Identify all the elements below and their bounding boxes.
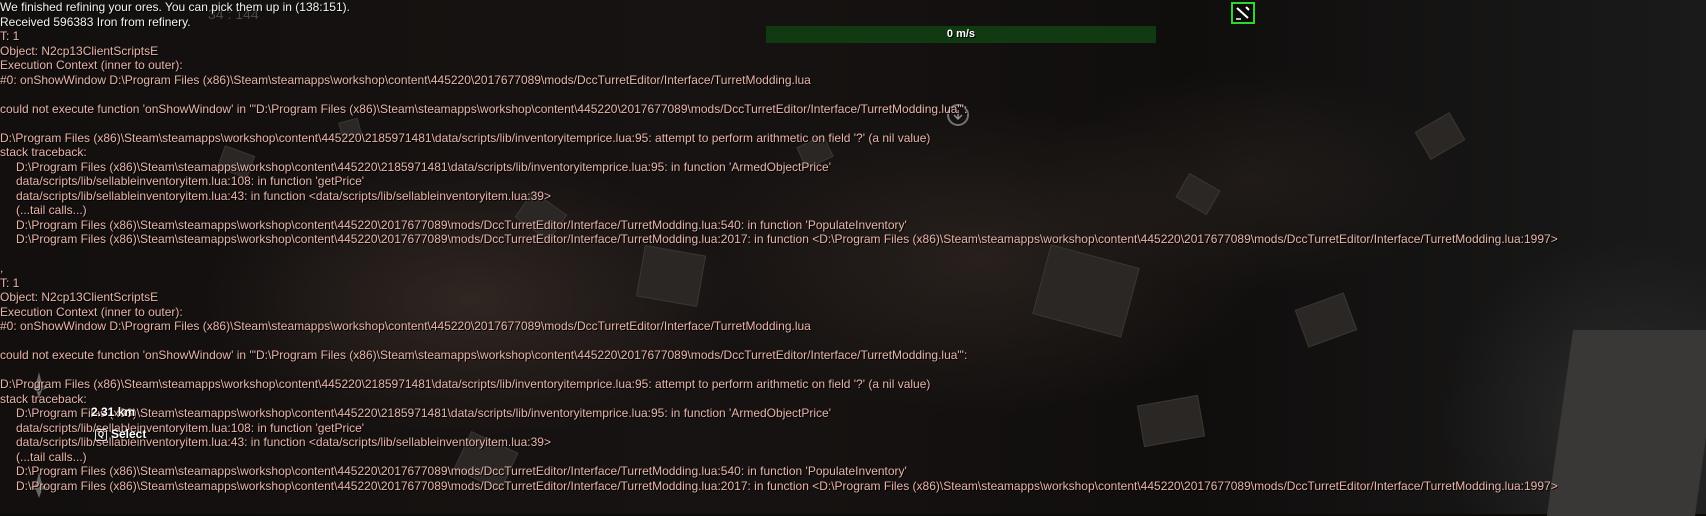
console-line: could not execute function 'onShowWindow… [0,348,968,362]
console-line: data/scripts/lib/sellableinventoryitem.l… [16,435,551,449]
console-line: could not execute function 'onShowWindow… [0,101,968,116]
select-key-icon: Q [95,429,107,441]
console-line: T: 1 [0,29,20,43]
console-line: Object: N2cp13ClientScriptsE [0,43,159,58]
console-log: We finished refining your ores. You can … [0,0,1706,493]
console-line: stack traceback: [0,145,87,159]
console-line: D:\Program Files (x86)\Steam\steamapps\w… [16,232,1558,246]
console-line: Received 596383 Iron from refinery. [0,14,191,29]
console-line: D:\Program Files (x86)\Steam\steamapps\w… [16,464,907,478]
console-line: D:\Program Files (x86)\Steam\steamapps\w… [16,159,831,174]
console-line: Execution Context (inner to outer): [0,58,183,72]
console-line: Object: N2cp13ClientScriptsE [0,290,159,304]
select-label: Select [111,427,147,441]
console-line: (...tail calls...) [16,203,87,217]
console-line: D:\Program Files (x86)\Steam\steamapps\w… [0,377,931,391]
console-line: stack traceback: [0,391,87,406]
console-line: Execution Context (inner to outer): [0,304,183,319]
console-line: We finished refining your ores. You can … [0,0,350,14]
console-line: D:\Program Files (x86)\Steam\steamapps\w… [16,217,907,232]
console-line: , [0,261,4,275]
console-line: #0: onShowWindow D:\Program Files (x86)\… [0,319,811,333]
console-line: data/scripts/lib/sellableinventoryitem.l… [16,174,365,188]
console-line: T: 1 [0,275,20,290]
console-line: (...tail calls...) [16,449,87,464]
target-distance: 2.31 km [91,405,136,419]
console-line: D:\Program Files (x86)\Steam\steamapps\w… [0,130,931,145]
console-line: D:\Program Files (x86)\Steam\steamapps\w… [16,478,1558,493]
console-line: data/scripts/lib/sellableinventoryitem.l… [16,420,365,435]
console-line: #0: onShowWindow D:\Program Files (x86)\… [0,72,811,87]
select-button[interactable]: Q Select [95,427,146,441]
console-line: data/scripts/lib/sellableinventoryitem.l… [16,188,551,203]
console-line: D:\Program Files (x86)\Steam\steamapps\w… [16,406,831,420]
